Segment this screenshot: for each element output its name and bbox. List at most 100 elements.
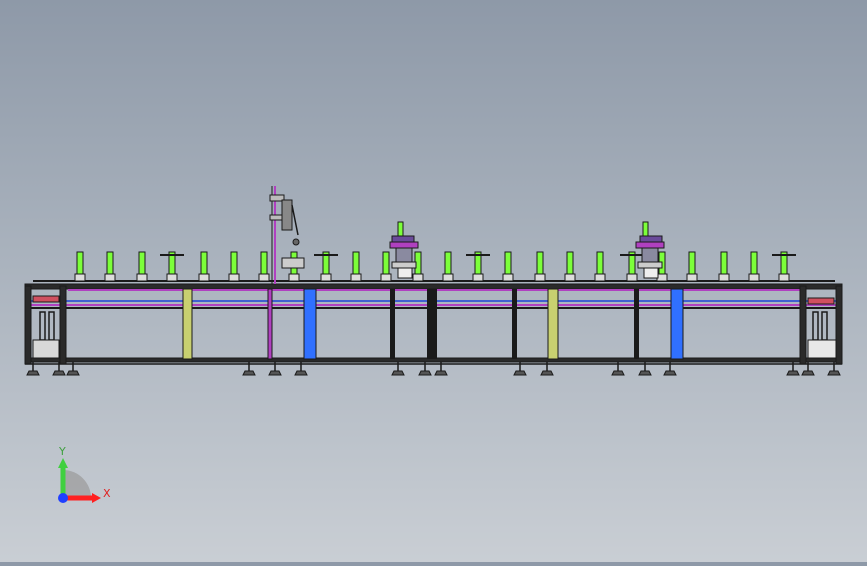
support-post-olive-1 (182, 288, 193, 360)
support-post-blue-2 (670, 288, 684, 360)
roller (160, 251, 184, 282)
foot-pad (434, 370, 448, 376)
roller (350, 251, 362, 282)
roller-base (166, 273, 178, 282)
roller-body (230, 251, 238, 275)
roller-base (626, 273, 638, 282)
roller-body (596, 251, 604, 275)
roller-base (136, 273, 148, 282)
y-axis-label: Y (58, 445, 66, 458)
mast-arm (291, 204, 299, 236)
mast-base-block (281, 257, 305, 269)
cad-viewport[interactable]: Y X (0, 0, 867, 562)
right-inner-post (799, 285, 807, 365)
roller-body (382, 251, 390, 275)
roller-body (106, 251, 114, 275)
roller-body (200, 251, 208, 275)
roller (594, 251, 606, 282)
support-post-black-3 (634, 289, 639, 359)
foot-pad (638, 370, 652, 376)
support-post-black-1 (390, 289, 395, 359)
roller-body (750, 251, 758, 275)
roller (380, 251, 392, 282)
left-end-plate (32, 295, 60, 303)
foot-pad (242, 370, 256, 376)
right-end-box (807, 339, 837, 359)
roller (314, 251, 338, 282)
station-middle-base (391, 261, 417, 269)
roller-base (104, 273, 116, 282)
station-middle-core (395, 247, 413, 263)
right-end-plate (807, 297, 835, 305)
right-cylinder-2 (821, 311, 828, 341)
support-post-magenta (267, 288, 273, 360)
roller (74, 251, 86, 282)
roller-base (778, 273, 790, 282)
mast-carriage (281, 199, 293, 231)
support-post-black-2 (512, 289, 517, 359)
roller (442, 251, 454, 282)
right-end-post (835, 285, 843, 365)
foot-pad (513, 370, 527, 376)
roller-body (260, 251, 268, 275)
foot-pad (52, 370, 66, 376)
roller-body (688, 251, 696, 275)
roller-base (442, 273, 454, 282)
x-axis-label: X (103, 487, 111, 500)
roller-base (564, 273, 576, 282)
station-right-body (635, 241, 665, 249)
roller-body (444, 251, 452, 275)
roller-body (504, 251, 512, 275)
roller-base (502, 273, 514, 282)
station-middle-green-post (397, 221, 404, 237)
roller-body (536, 251, 544, 275)
vertical-mast-station (269, 186, 305, 284)
roller-base (718, 273, 730, 282)
foot-pad (611, 370, 625, 376)
support-post-olive-2 (547, 288, 559, 360)
station-right-base (637, 261, 663, 269)
roller-base (258, 273, 270, 282)
assembly-drawing: Y X (24, 186, 843, 503)
roller-body (720, 251, 728, 275)
support-post-center (427, 289, 437, 359)
roller (198, 251, 210, 282)
left-end-post (24, 285, 32, 365)
mast-gripper (292, 238, 300, 246)
roller (534, 251, 546, 282)
roller (564, 251, 576, 282)
foot-pad (801, 370, 815, 376)
station-right-core (641, 247, 659, 263)
roller-base (472, 273, 484, 282)
top-rail (24, 283, 843, 290)
roller-base (594, 273, 606, 282)
left-inner-post (59, 285, 67, 365)
foot-pad (786, 370, 800, 376)
roller (686, 251, 698, 282)
foot-pad (391, 370, 405, 376)
left-end-box (32, 339, 60, 359)
coordinate-triad: Y X (58, 445, 111, 503)
station-right-head (639, 235, 663, 243)
roller-base (350, 273, 362, 282)
z-axis-dot (58, 493, 68, 503)
roller (104, 251, 116, 282)
roller (772, 251, 796, 282)
foot-pad (268, 370, 282, 376)
station-middle-nozzle (397, 267, 413, 279)
station-middle (389, 221, 419, 279)
foot-pad (418, 370, 432, 376)
roller (502, 251, 514, 282)
roller-body (138, 251, 146, 275)
roller (258, 251, 270, 282)
foot-pad (663, 370, 677, 376)
foot-pad (827, 370, 841, 376)
roller-base (74, 273, 86, 282)
station-right-green-post (642, 221, 649, 237)
roller-base (228, 273, 240, 282)
roller-body (352, 251, 360, 275)
y-axis-arrowhead (58, 458, 68, 468)
triad-quadrant-shade (63, 470, 91, 498)
station-right-nozzle (643, 267, 659, 279)
roller-body (566, 251, 574, 275)
